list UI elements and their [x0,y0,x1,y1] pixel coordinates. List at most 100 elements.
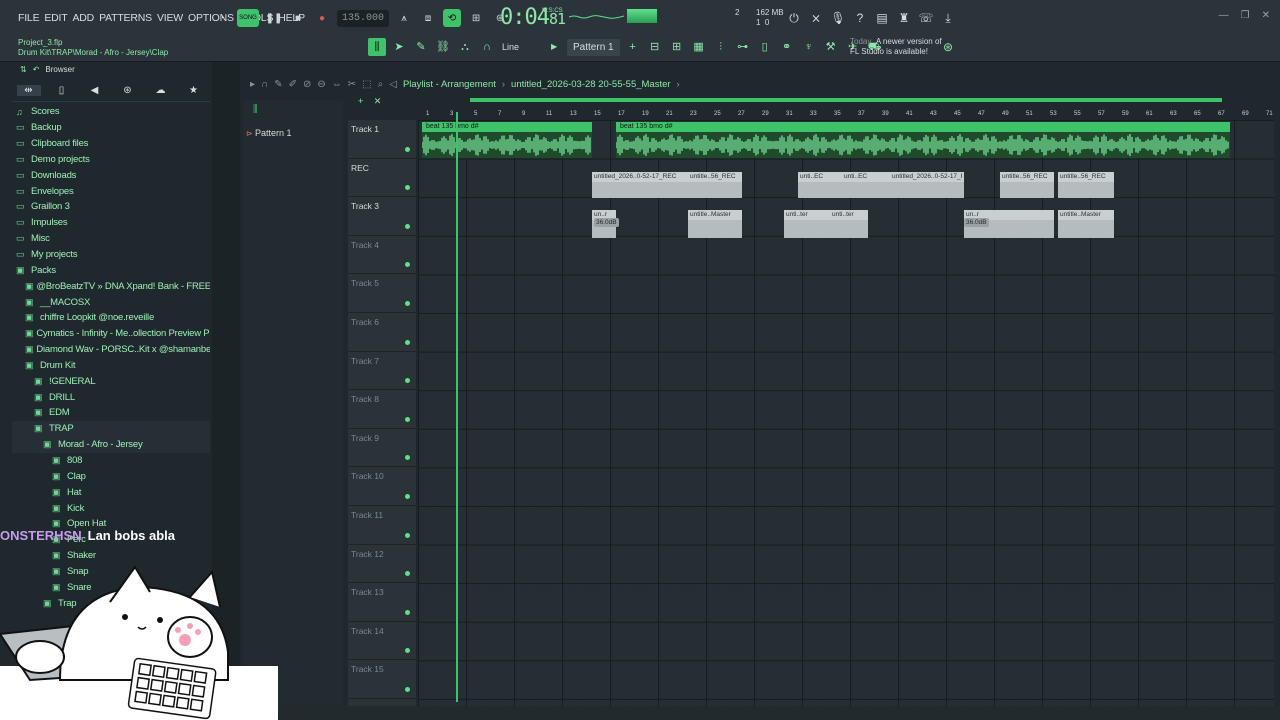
browser-tree-item[interactable]: ▣ !GENERAL [12,373,210,389]
add-pattern-icon[interactable]: + [624,38,642,56]
track-mute-led[interactable] [405,686,410,692]
recorded-clip[interactable]: unti..EC [798,172,842,198]
track-mute-led[interactable] [405,300,410,306]
minimize-icon[interactable]: — [1219,10,1229,21]
restore-icon[interactable]: ❐ [1241,10,1250,21]
tuner-icon[interactable]: ⚒ [822,38,840,56]
track-mute-led[interactable] [405,648,410,654]
recorded-clip[interactable]: untitle..56_REC [1058,172,1114,198]
browser-tree-item[interactable]: ▣ @BroBeatzTV » DNA Xpand! Bank - FREE Ve… [12,278,210,294]
pin-browser-icon[interactable]: ⇅ [20,65,27,74]
browser-tree-item[interactable]: ▣ Hat [12,484,210,500]
chat-icon[interactable]: ☏ [918,10,934,26]
browser-tree-item[interactable]: ♫ Scores [12,104,210,120]
play-pattern-icon[interactable]: ▶ [545,38,563,56]
track-mute-led[interactable] [405,262,410,268]
recorded-clip[interactable]: untitled_2026..0-52-17_REC [592,172,688,198]
master-volume-meter[interactable] [627,9,657,23]
recorded-clip[interactable]: unti..ter [784,210,830,238]
browser-tree-item[interactable]: ▣ Drum Kit [12,358,210,374]
collapse-icon[interactable]: ✕ [374,96,382,106]
tempo-display[interactable]: 135.000 [337,9,390,27]
track-mute-led[interactable] [405,493,410,499]
recorded-clip[interactable]: untitle..Master [1058,210,1114,238]
track-header[interactable]: Track 9 [348,429,416,468]
browser-tree-item[interactable]: ▭ My projects [12,247,210,263]
playlist-view-icon[interactable]: ⫼ [368,38,386,56]
all-files-tab-icon[interactable]: ⇹ [16,85,41,96]
track-header[interactable]: Track 12 [348,545,416,584]
help-icon[interactable]: ? [852,10,868,26]
browser-tree-item[interactable]: ▭ Downloads [12,167,210,183]
track-header[interactable]: Track 6 [348,313,416,352]
mic-input-icon[interactable]: ♆ [800,38,818,56]
track-mute-led[interactable] [405,146,410,152]
browser-tree-icon[interactable]: ⊶ [734,38,752,56]
browser-back-icon[interactable]: ↶ [33,65,40,74]
menu-add[interactable]: ADD [73,12,95,24]
plugin-db-icon[interactable]: ⚭ [778,38,796,56]
menu-edit[interactable]: EDIT [44,12,67,24]
track-mute-led[interactable] [405,185,410,191]
pause-button[interactable]: ❚❚ [265,9,283,27]
browser-tree-item[interactable]: ▭ Demo projects [12,152,210,168]
mixer-window-icon[interactable]: ⫶ [712,38,730,56]
pattern-picker-icon[interactable]: ⫼ [253,104,258,115]
browser-tree-item[interactable]: ▣ 808 [12,453,210,469]
track-header[interactable]: Track 7 [348,352,416,391]
browser-tree-item[interactable]: ▣ Cymatics - Infinity - Me..ollection Pre… [12,326,210,342]
recorded-clip[interactable]: unti..EC [842,172,890,198]
recorded-clip[interactable]: untitle..56_REC [1000,172,1054,198]
stamp-icon[interactable]: ⛬ [456,38,474,56]
countdown-icon[interactable]: ⟲ [443,9,462,27]
step-edit-icon[interactable]: ⊞ [467,9,485,27]
recorded-clip[interactable]: untitle..56_REC [688,172,742,198]
recorded-clip[interactable]: untitle..Master [688,210,742,238]
pencil-icon[interactable]: ✎ [412,38,430,56]
browser-tree-item[interactable]: ▣ DRILL [12,389,210,405]
track-mute-led[interactable] [405,223,410,229]
track-header[interactable]: Track 10 [348,467,416,506]
save-icon[interactable]: ▤ [874,10,890,26]
slice-tool-icon[interactable]: ✂ [348,79,356,90]
power-icon[interactable]: ⏻ [786,10,802,26]
track-header[interactable]: REC [348,159,416,198]
track-mute-led[interactable] [405,532,410,538]
track-mute-led[interactable] [405,416,410,422]
track-header[interactable]: Track 13 [348,583,416,622]
browser-tree-item[interactable]: ▭ Graillon 3 [12,199,210,215]
delete-tool-icon[interactable]: ⊘ [303,79,311,90]
track-header[interactable]: Track 3 [348,197,416,236]
favorites-tab-icon[interactable]: ★ [182,85,206,96]
browser-tree-item[interactable]: ▣ __MACOSX [12,294,210,310]
browser-tree-item[interactable]: ▭ Envelopes [12,183,210,199]
zoom-tool-icon[interactable]: ⌕ [378,79,384,90]
track-mute-led[interactable] [405,378,410,384]
record-mode-icon[interactable]: ◔ [213,9,231,27]
update-notice[interactable]: Today A newer version of FL Studio is av… [850,37,942,57]
browser-tree-item[interactable]: ▭ Clipboard files [12,136,210,152]
menu-view[interactable]: VIEW [157,12,183,24]
scroll-thumb[interactable] [470,98,1222,102]
pattern-selector[interactable]: Pattern 1 [567,38,620,56]
playback-tool-icon[interactable]: ◁ [389,79,397,90]
audio-clip[interactable]: beat 135 bmo d# [422,122,592,158]
paint-tool-icon[interactable]: ✐ [289,79,297,90]
speaker-tab-icon[interactable]: ◀ [83,85,107,96]
download-icon[interactable]: ⤓ [940,10,956,26]
track-mute-led[interactable] [405,455,410,461]
track-mute-led[interactable] [405,609,410,615]
track-header[interactable]: Track 11 [348,506,416,545]
audio-clip[interactable]: beat 135 bmo d# [616,122,1230,158]
magnet-icon[interactable]: ∩ [478,38,496,56]
track-header[interactable]: Track 1 [348,120,416,159]
recorded-clip[interactable]: untitled_2026..0-52-17_REC [890,172,964,198]
browser-tree-item[interactable]: ▣ Morad - Afro - Jersey [12,436,210,453]
stop-button[interactable]: ■ [289,9,307,27]
browser-tree-item[interactable]: ▣ Clap [12,468,210,484]
track-mute-led[interactable] [405,339,410,345]
snap-mode-label[interactable]: Line [502,42,519,52]
menu-patterns[interactable]: PATTERNS [99,12,152,24]
update-globe-icon[interactable]: ⊛ [943,40,953,54]
browser-tree-item[interactable]: ▭ Misc [12,231,210,247]
